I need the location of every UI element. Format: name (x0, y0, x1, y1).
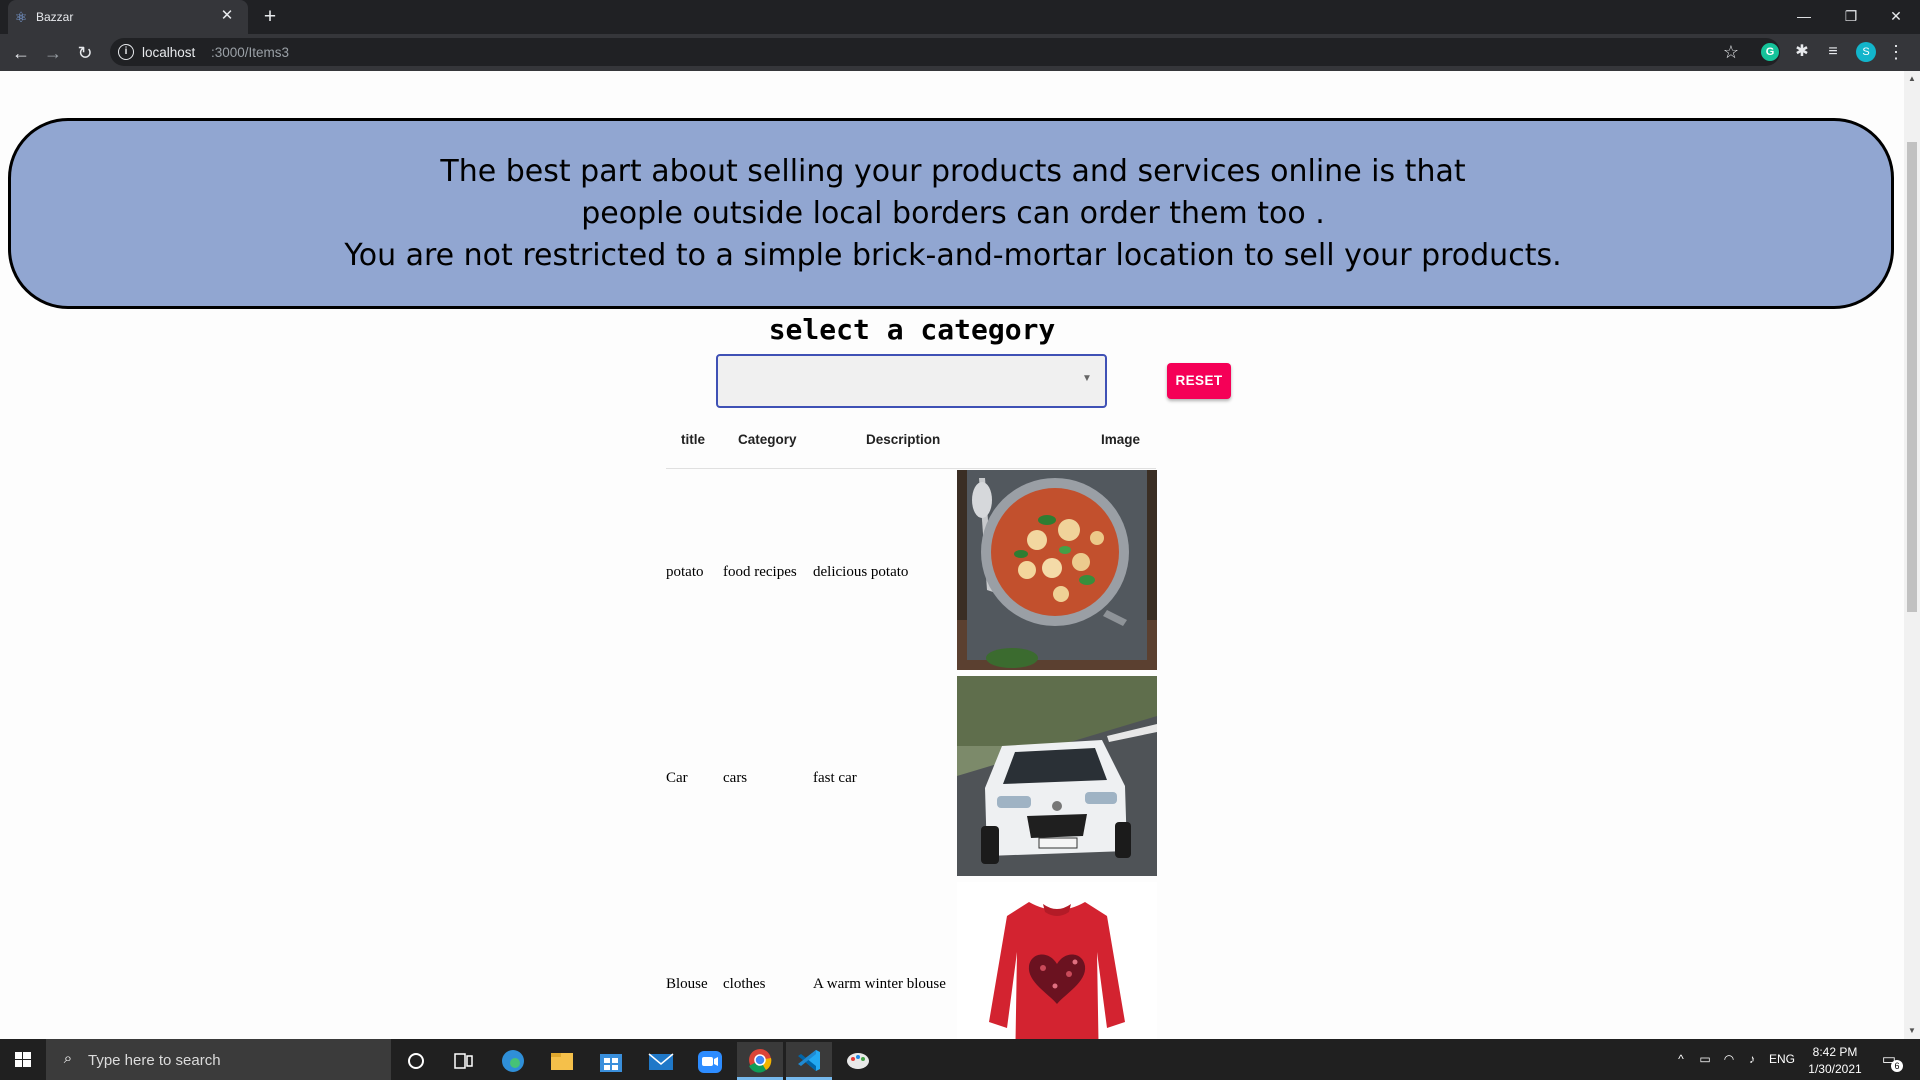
reset-button[interactable]: RESET (1167, 363, 1231, 399)
mail-icon[interactable] (638, 1042, 684, 1080)
media-queue-icon[interactable]: ≡ (1822, 41, 1844, 63)
column-header-category: Category (738, 432, 797, 447)
cell-description: fast car (813, 770, 857, 786)
clock-time[interactable]: 8:42 PM (1800, 1044, 1870, 1060)
site-info-icon[interactable]: i (118, 44, 134, 60)
cell-category: clothes (723, 976, 766, 992)
cortana-icon[interactable] (393, 1042, 439, 1080)
new-tab-button[interactable]: + (258, 6, 282, 28)
cell-description: A warm winter blouse (813, 976, 946, 992)
product-image-blouse (957, 882, 1157, 1039)
cell-title: Car (666, 770, 688, 786)
restore-button[interactable]: ❐ (1831, 4, 1871, 28)
language-indicator[interactable]: ENG (1766, 1049, 1798, 1069)
volume-icon[interactable]: ♪ (1743, 1049, 1761, 1069)
category-select[interactable] (716, 354, 1107, 408)
battery-icon[interactable]: ▭ (1696, 1049, 1714, 1069)
minimize-button[interactable]: — (1784, 4, 1824, 28)
task-view-icon[interactable] (440, 1042, 486, 1080)
react-icon: ⚛ (14, 9, 28, 25)
close-tab-icon[interactable]: ✕ (218, 7, 236, 25)
banner-line: You are not restricted to a simple brick… (344, 238, 1562, 273)
file-explorer-icon[interactable] (539, 1042, 585, 1080)
tab-title: Bazzar (36, 10, 74, 24)
wifi-icon[interactable]: ◠ (1720, 1049, 1738, 1069)
cell-description: delicious potato (813, 564, 909, 580)
search-icon: ⌕ (63, 1050, 73, 1067)
profile-avatar[interactable]: S (1856, 42, 1876, 62)
reload-icon[interactable]: ↻ (73, 41, 97, 65)
grammarly-extension-icon[interactable]: G (1761, 43, 1779, 61)
browser-menu-icon[interactable]: ⋮ (1886, 41, 1906, 63)
cell-title: Blouse (666, 976, 708, 992)
scrollbar-thumb[interactable] (1907, 142, 1917, 612)
dropdown-arrow-icon[interactable]: ▼ (1080, 372, 1094, 386)
chrome-icon[interactable] (737, 1042, 783, 1080)
notification-count-badge: 6 (1891, 1060, 1903, 1072)
paint-icon[interactable] (835, 1042, 881, 1080)
edge-icon[interactable] (490, 1042, 536, 1080)
cell-category: cars (723, 770, 748, 786)
product-image-car (957, 676, 1157, 876)
category-heading: select a category (768, 313, 1056, 346)
column-header-description: Description (866, 432, 941, 447)
vscode-icon[interactable] (786, 1042, 832, 1080)
back-icon[interactable]: ← (9, 41, 33, 65)
product-image-potato (957, 470, 1157, 670)
close-window-button[interactable]: ✕ (1876, 4, 1916, 28)
address-bar[interactable] (110, 38, 1780, 66)
windows-logo-icon (15, 1052, 31, 1067)
banner-line: The best part about selling your product… (440, 154, 1466, 189)
browser-tab-strip (0, 0, 1920, 34)
column-header-title: title (681, 432, 706, 447)
search-placeholder: Type here to search (88, 1052, 221, 1069)
bookmark-star-icon[interactable]: ☆ (1720, 41, 1742, 63)
column-header-image: Image (1101, 432, 1141, 447)
forward-icon[interactable]: → (41, 41, 65, 65)
url-path: :3000/Items3 (211, 45, 290, 60)
store-icon[interactable] (588, 1042, 634, 1080)
start-button[interactable] (0, 1039, 46, 1080)
cell-category: food recipes (723, 564, 797, 580)
scroll-down-arrow-icon[interactable]: ▼ (1904, 1023, 1920, 1039)
scroll-up-arrow-icon[interactable]: ▲ (1904, 71, 1920, 87)
zoom-icon[interactable] (687, 1042, 733, 1080)
banner-line: people outside local borders can order t… (581, 196, 1325, 231)
extensions-puzzle-icon[interactable]: ✱ (1791, 41, 1813, 63)
url-host: localhost (142, 45, 196, 60)
show-hidden-icons-icon[interactable]: ^ (1672, 1049, 1690, 1069)
clock-date[interactable]: 1/30/2021 (1800, 1061, 1870, 1077)
cell-title: potato (666, 564, 704, 580)
header-divider (666, 468, 1156, 469)
